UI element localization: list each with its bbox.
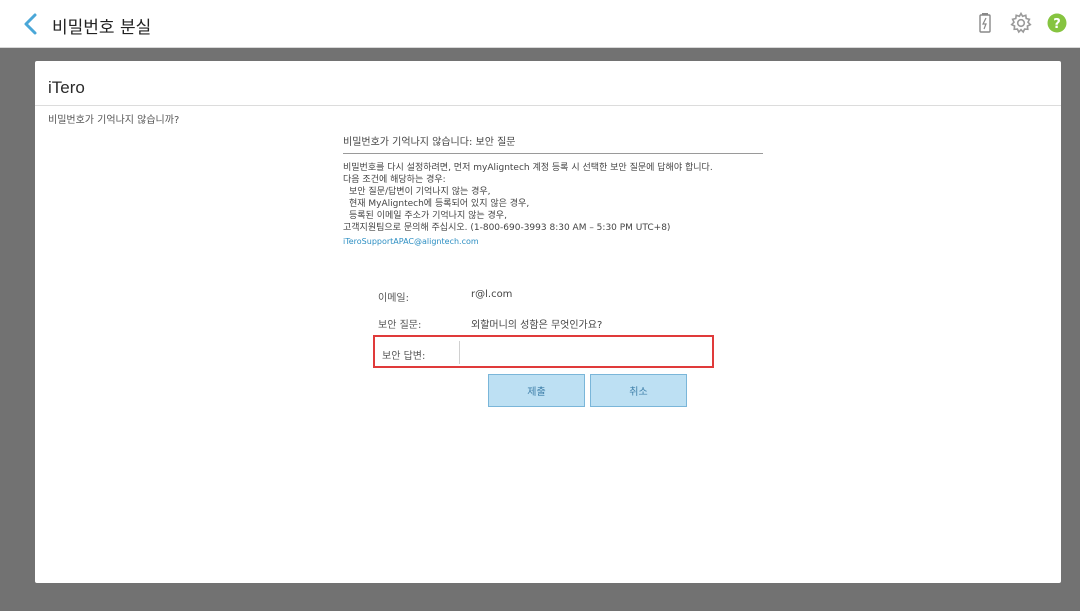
back-button[interactable] xyxy=(18,10,44,38)
instruction-line: 현재 MyAligntech에 등록되어 있지 않은 경우, xyxy=(349,199,530,209)
gear-icon xyxy=(1010,12,1032,34)
cancel-button[interactable]: 취소 xyxy=(590,374,687,407)
instruction-line: 고객지원팀으로 문의해 주십시오. (1-800-690-3993 8:30 A… xyxy=(343,223,671,233)
panel-body: 비밀번호를 다시 설정하려면, 먼저 myAligntech 계정 등록 시 선… xyxy=(343,162,763,248)
security-question-panel: 비밀번호가 기억나지 않습니다: 보안 질문 비밀번호를 다시 설정하려면, 먼… xyxy=(343,133,763,248)
instruction-line: 비밀번호를 다시 설정하려면, 먼저 myAligntech 계정 등록 시 선… xyxy=(343,163,713,173)
email-value: r@l.com xyxy=(471,289,513,300)
question-label: 보안 질문: xyxy=(378,320,422,331)
support-email-link[interactable]: iTeroSupportAPAC@aligntech.com xyxy=(343,236,763,248)
help-icon: ? xyxy=(1047,13,1067,33)
brand-logo: iTero xyxy=(48,78,85,97)
instruction-line: 보안 질문/답변이 기억나지 않는 경우, xyxy=(349,187,491,197)
instruction-line: 다음 조건에 해당하는 경우: xyxy=(343,175,446,185)
email-label: 이메일: xyxy=(378,293,409,304)
panel-heading: 비밀번호가 기억나지 않습니다: 보안 질문 xyxy=(343,133,763,154)
answer-field-highlight: 보안 답변: xyxy=(373,335,714,368)
card-divider xyxy=(35,105,1061,106)
page-heading: 비밀번호가 기억나지 않습니까? xyxy=(48,115,180,126)
security-answer-input[interactable] xyxy=(461,340,709,365)
help-button[interactable]: ? xyxy=(1046,12,1068,34)
back-chevron-icon xyxy=(24,13,37,35)
instruction-line: 등록된 이메일 주소가 기억나지 않는 경우, xyxy=(349,211,507,221)
settings-button[interactable] xyxy=(1010,12,1032,34)
page-title: 비밀번호 분실 xyxy=(52,18,152,38)
submit-button[interactable]: 제출 xyxy=(488,374,585,407)
svg-text:?: ? xyxy=(1053,17,1061,32)
question-value: 외할머니의 성함은 무엇인가요? xyxy=(471,320,603,331)
answer-label: 보안 답변: xyxy=(382,351,426,362)
top-bar: 비밀번호 분실 ? xyxy=(0,0,1080,48)
battery-status[interactable] xyxy=(974,12,996,34)
answer-divider xyxy=(459,341,460,364)
battery-icon xyxy=(979,13,991,33)
